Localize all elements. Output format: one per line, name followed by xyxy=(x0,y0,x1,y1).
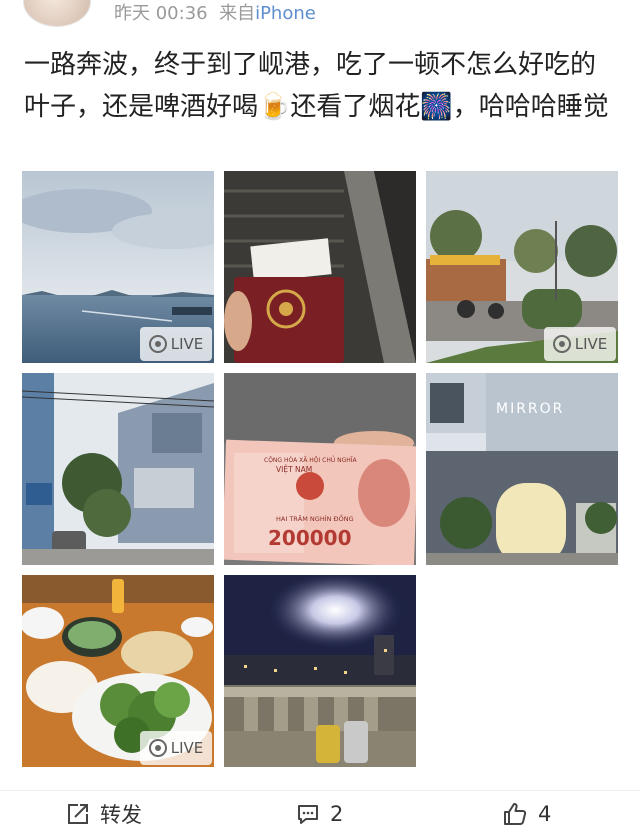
repost-label: 转发 xyxy=(100,803,142,827)
thumbs-up-icon xyxy=(504,803,527,825)
live-label: LIVE xyxy=(170,335,204,353)
banknote-photo[interactable]: CỘNG HÒA XÃ HỘI CHỦ NGHĨA VIỆT NAM HAI T… xyxy=(224,373,416,565)
repost-icon xyxy=(68,804,88,824)
like-button[interactable]: 4 xyxy=(502,791,551,837)
passport-escalator-photo[interactable] xyxy=(224,171,416,363)
street-photo[interactable]: LIVE xyxy=(426,171,618,363)
comment-icon xyxy=(298,805,318,824)
cafe-name-text: MIRROR xyxy=(496,401,564,417)
banknote-country-text: VIỆT NAM xyxy=(276,465,312,474)
banknote-header-text: CỘNG HÒA XÃ HỘI CHỦ NGHĨA xyxy=(264,456,358,464)
mirror-cafe-photo[interactable]: MIRROR xyxy=(426,373,618,565)
live-badge: LIVE xyxy=(140,327,212,361)
post-meta: 昨天 00:36 来自iPhone xyxy=(114,0,316,28)
building-street-photo[interactable] xyxy=(22,373,214,565)
action-bar: 转发 2 4 xyxy=(0,790,640,837)
live-label: LIVE xyxy=(170,739,204,757)
repost-button[interactable]: 转发 xyxy=(66,791,142,837)
live-icon xyxy=(148,739,167,757)
banknote-words-text: HAI TRĂM NGHÌN ĐỒNG xyxy=(276,513,354,523)
like-count: 4 xyxy=(538,802,552,826)
source-prefix: 来自 xyxy=(219,3,256,24)
live-icon xyxy=(148,335,167,353)
live-icon xyxy=(552,335,571,353)
post-text: 一路奔波，终于到了岘港，吃了一顿不怎么好吃的叶子，还是啤酒好喝🍺还看了烟花🎆，哈… xyxy=(24,50,609,122)
comment-button[interactable]: 2 xyxy=(296,791,343,837)
sea-photo[interactable]: LIVE xyxy=(22,171,214,363)
live-badge: LIVE xyxy=(544,327,616,361)
comment-count: 2 xyxy=(330,802,344,826)
live-label: LIVE xyxy=(574,335,608,353)
post-time: 昨天 00:36 xyxy=(114,3,208,24)
live-badge: LIVE xyxy=(140,731,212,765)
food-table-photo[interactable]: LIVE xyxy=(22,575,214,767)
fireworks-night-photo[interactable] xyxy=(224,575,416,767)
banknote-value-text: 200000 xyxy=(268,526,352,550)
post-source[interactable]: iPhone xyxy=(255,3,316,24)
avatar[interactable] xyxy=(24,0,90,26)
